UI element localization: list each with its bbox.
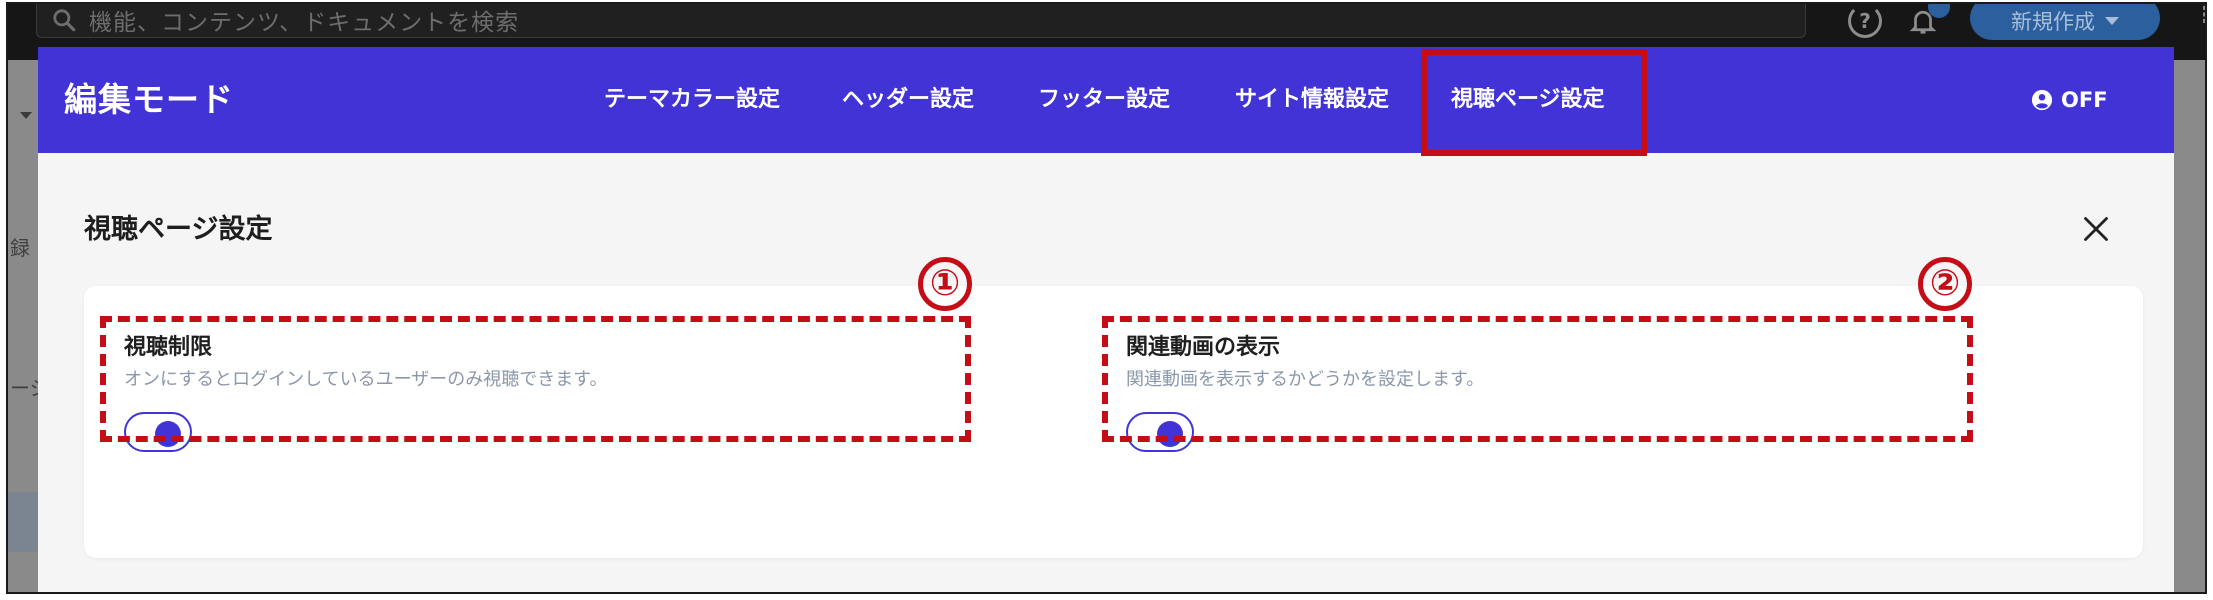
modal-title: 編集モード: [64, 80, 234, 119]
annotation-dashed-box-1: [100, 316, 971, 442]
account-circle-icon: [2031, 89, 2053, 111]
annotation-marker-1: ①: [918, 251, 972, 311]
background-sidebar-text: 録: [10, 236, 30, 260]
more-vert-icon[interactable]: ⋮: [2194, 5, 2205, 27]
chevron-down-icon: [20, 112, 32, 119]
annotation-marker-2: ②: [1918, 251, 1972, 311]
modal-header: 編集モード テーマカラー設定 ヘッダー設定 フッター設定 サイト情報設定 視聴ペ…: [38, 47, 2174, 153]
tab-footer-settings[interactable]: フッター設定: [1038, 47, 1170, 153]
new-create-button[interactable]: 新規作成: [1970, 4, 2160, 40]
background-search-bar[interactable]: 機能、コンテンツ、ドキュメントを検索: [36, 4, 1806, 38]
tab-site-info[interactable]: サイト情報設定: [1235, 47, 1389, 153]
tab-theme-color[interactable]: テーマカラー設定: [604, 47, 780, 153]
edit-mode-modal: 編集モード テーマカラー設定 ヘッダー設定 フッター設定 サイト情報設定 視聴ペ…: [38, 47, 2174, 592]
search-icon: [53, 8, 76, 31]
background-sidebar-block: [8, 492, 38, 552]
caret-down-icon: [2105, 17, 2119, 25]
annotation-dashed-box-2: [1102, 316, 1973, 442]
search-placeholder: 機能、コンテンツ、ドキュメントを検索: [89, 9, 520, 36]
annotation-highlight-box: [1421, 49, 1647, 156]
panel-title: 視聴ページ設定: [84, 214, 273, 245]
close-icon[interactable]: [2082, 215, 2110, 243]
new-create-label: 新規作成: [2011, 10, 2095, 34]
screenshot-frame: 機能、コンテンツ、ドキュメントを検索 ? 新規作成 ⋮ 録 ージ 編集モード テ…: [6, 2, 2207, 594]
edit-mode-off-button[interactable]: OFF: [2031, 47, 2108, 153]
help-icon[interactable]: ?: [1848, 4, 1882, 38]
tab-header-settings[interactable]: ヘッダー設定: [842, 47, 974, 153]
off-label: OFF: [2061, 88, 2108, 112]
